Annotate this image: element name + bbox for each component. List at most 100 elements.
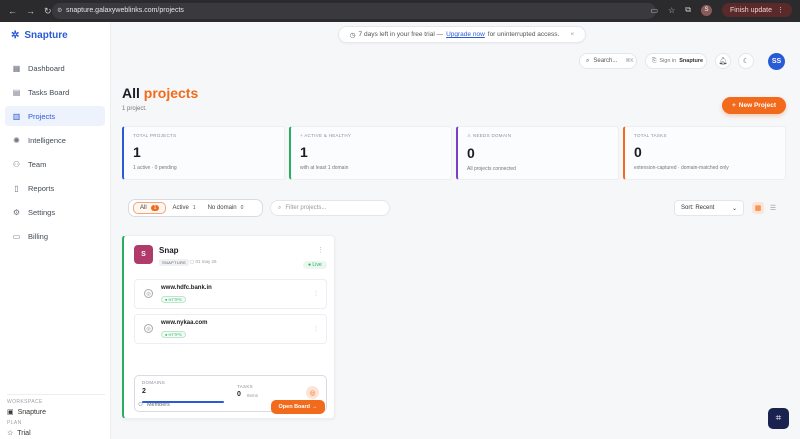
stat-desc: All projects connected bbox=[467, 166, 516, 172]
sidebar-item-dashboard[interactable]: ▦ Dashboard bbox=[5, 58, 105, 78]
project-card[interactable]: S Snap SNAPTURE ▢ 01 may 26 ⋮ ● Live ◎ w… bbox=[122, 235, 335, 419]
tasks-value: 0 bbox=[237, 391, 241, 398]
brand[interactable]: ✲ Snapture bbox=[11, 30, 68, 41]
sign-in-app: Snapture bbox=[679, 58, 704, 64]
https-label: HTTPS bbox=[168, 332, 182, 337]
menu-dots-icon: ⋮ bbox=[777, 7, 784, 14]
stat-label-text: NEEDS DOMAIN bbox=[472, 133, 512, 138]
members-link[interactable]: ⚇ Members bbox=[138, 402, 170, 408]
extensions-icon[interactable]: ⧉ bbox=[685, 5, 691, 15]
url-text: snapture.galaxyweblinks.com/projects bbox=[66, 7, 184, 14]
extension-icon: ⎘ bbox=[652, 57, 657, 64]
workspace-value: Snapture bbox=[17, 408, 47, 416]
members-icon: ⚇ bbox=[138, 402, 143, 408]
sidebar-item-label: Billing bbox=[28, 231, 49, 241]
sidebar-item-tasks-board[interactable]: ▤ Tasks Board bbox=[5, 82, 105, 102]
trial-banner: ◷ 7 days left in your free trial — Upgra… bbox=[338, 26, 586, 43]
chip-count: 1 bbox=[150, 205, 160, 211]
status-filter-tabs: All 1 Active 1 No domain 0 bbox=[128, 199, 263, 217]
credit-card-icon: ▭ bbox=[12, 231, 21, 241]
site-info-icon[interactable]: ⚙ bbox=[57, 3, 62, 19]
stat-label: ⚠ NEEDS DOMAIN bbox=[467, 133, 618, 139]
project-name[interactable]: Snap bbox=[159, 246, 179, 255]
page-title: All projects bbox=[122, 85, 198, 101]
user-avatar[interactable]: SS bbox=[768, 53, 785, 70]
stat-desc: extension-captured · domain-matched only bbox=[634, 165, 729, 171]
finish-update-button[interactable]: Finish update ⋮ bbox=[721, 3, 792, 17]
search-icon: ⌕ bbox=[278, 204, 282, 211]
sidebar-item-team[interactable]: ⚇ Team bbox=[5, 154, 105, 174]
plus-icon: + bbox=[731, 102, 736, 109]
sidebar-footer: WORKSPACE ▣ Snapture PLAN ☆ Trial bbox=[7, 388, 105, 437]
sidebar-item-label: Intelligence bbox=[28, 135, 66, 145]
cast-icon[interactable]: ▭ bbox=[651, 6, 659, 15]
domains-label: DOMAINS bbox=[142, 380, 166, 385]
search-button[interactable]: ⌕ Search... ⌘K bbox=[579, 53, 637, 69]
sidebar-item-billing[interactable]: ▭ Billing bbox=[5, 226, 105, 246]
trophy-icon: ☆ bbox=[7, 430, 14, 437]
chip-label: All bbox=[140, 205, 147, 211]
sidebar-item-label: Reports bbox=[28, 183, 55, 193]
new-project-button[interactable]: + New Project bbox=[722, 97, 786, 114]
back-icon[interactable]: ← bbox=[8, 6, 17, 17]
sign-in-button[interactable]: ⎘ Sign in Snapture bbox=[645, 53, 707, 69]
stat-desc: with at least 1 domain bbox=[300, 165, 349, 171]
sidebar-item-intelligence[interactable]: ✺ Intelligence bbox=[5, 130, 105, 150]
stat-desc: 1 active · 0 pending bbox=[133, 165, 177, 171]
filter-chip-active[interactable]: Active 1 bbox=[166, 202, 201, 214]
plan-name: Trial bbox=[17, 429, 31, 437]
open-board-label: Open Board bbox=[278, 404, 310, 410]
scan-fab-button[interactable]: ⌗ bbox=[768, 408, 789, 429]
filter-placeholder: Filter projects... bbox=[285, 205, 327, 211]
stat-total-projects: TOTAL PROJECTS 1 1 active · 0 pending bbox=[122, 126, 285, 180]
domain-name: www.hdfc.bank.in bbox=[161, 285, 212, 291]
https-badge: ● HTTPS bbox=[161, 331, 186, 338]
domain-row[interactable]: ◎ www.hdfc.bank.in ● HTTPS ⋮ bbox=[134, 279, 327, 309]
domain-menu-icon[interactable]: ⋮ bbox=[313, 290, 319, 297]
reload-icon[interactable]: ↻ bbox=[44, 6, 52, 17]
theme-toggle-button[interactable]: ☾ bbox=[738, 53, 754, 69]
stat-needs-domain: ⚠ NEEDS DOMAIN 0 All projects connected bbox=[456, 126, 619, 180]
building-icon: ▣ bbox=[7, 409, 14, 416]
profile-avatar[interactable]: S bbox=[700, 4, 712, 16]
sort-select[interactable]: Sort: Recent ⌄ bbox=[674, 200, 744, 216]
sidebar-item-reports[interactable]: ▯ Reports bbox=[5, 178, 105, 198]
domain-name: www.nykaa.com bbox=[161, 320, 208, 326]
list-view-button[interactable]: ☰ bbox=[767, 202, 779, 214]
project-avatar: S bbox=[134, 245, 153, 264]
sidebar-item-settings[interactable]: ⚙ Settings bbox=[5, 202, 105, 222]
browser-nav: ← → ↻ bbox=[0, 6, 52, 17]
filter-chip-all[interactable]: All 1 bbox=[133, 202, 167, 214]
upgrade-link[interactable]: Upgrade now bbox=[446, 31, 485, 38]
status-label: Live bbox=[312, 262, 322, 268]
arrow-right-icon: → bbox=[311, 404, 318, 410]
filter-chip-no-domain[interactable]: No domain 0 bbox=[202, 202, 250, 214]
project-workspace-tag: SNAPTURE bbox=[159, 259, 190, 266]
page-title-accent: projects bbox=[143, 85, 199, 101]
brand-name: Snapture bbox=[24, 30, 68, 41]
domain-row[interactable]: ◎ www.nykaa.com ● HTTPS ⋮ bbox=[134, 314, 327, 344]
tasks-label: TASKS bbox=[237, 384, 253, 389]
domains-value: 2 bbox=[142, 388, 146, 395]
sidebar-item-projects[interactable]: ▥ Projects bbox=[5, 106, 105, 126]
stat-label: TOTAL PROJECTS bbox=[133, 133, 177, 138]
more-options-icon[interactable]: ⋮ bbox=[317, 246, 324, 254]
stat-value: 1 bbox=[133, 144, 141, 160]
chip-label: Active bbox=[172, 205, 189, 211]
https-label: HTTPS bbox=[168, 297, 182, 302]
sidebar-item-label: Team bbox=[28, 159, 47, 169]
plan-value[interactable]: ☆ Trial bbox=[7, 429, 105, 438]
close-icon[interactable]: × bbox=[570, 31, 574, 38]
address-bar[interactable]: ⚙ snapture.galaxyweblinks.com/projects bbox=[52, 3, 656, 19]
open-board-button[interactable]: Open Board → bbox=[271, 400, 325, 414]
stat-active-healthy: + ACTIVE & HEALTHY 1 with at least 1 dom… bbox=[289, 126, 452, 180]
filter-projects-input[interactable]: ⌕ Filter projects... bbox=[270, 200, 390, 216]
reports-icon: ▯ bbox=[14, 183, 19, 193]
stat-label: TOTAL TASKS bbox=[634, 133, 667, 138]
workspace-switcher[interactable]: ▣ Snapture bbox=[7, 408, 105, 417]
notifications-button[interactable]: 🔔︎ bbox=[715, 53, 731, 69]
domain-menu-icon[interactable]: ⋮ bbox=[313, 325, 319, 332]
forward-icon[interactable]: → bbox=[26, 6, 35, 17]
grid-view-button[interactable]: ▦ bbox=[752, 202, 764, 214]
bookmark-star-icon[interactable]: ☆ bbox=[668, 6, 675, 15]
